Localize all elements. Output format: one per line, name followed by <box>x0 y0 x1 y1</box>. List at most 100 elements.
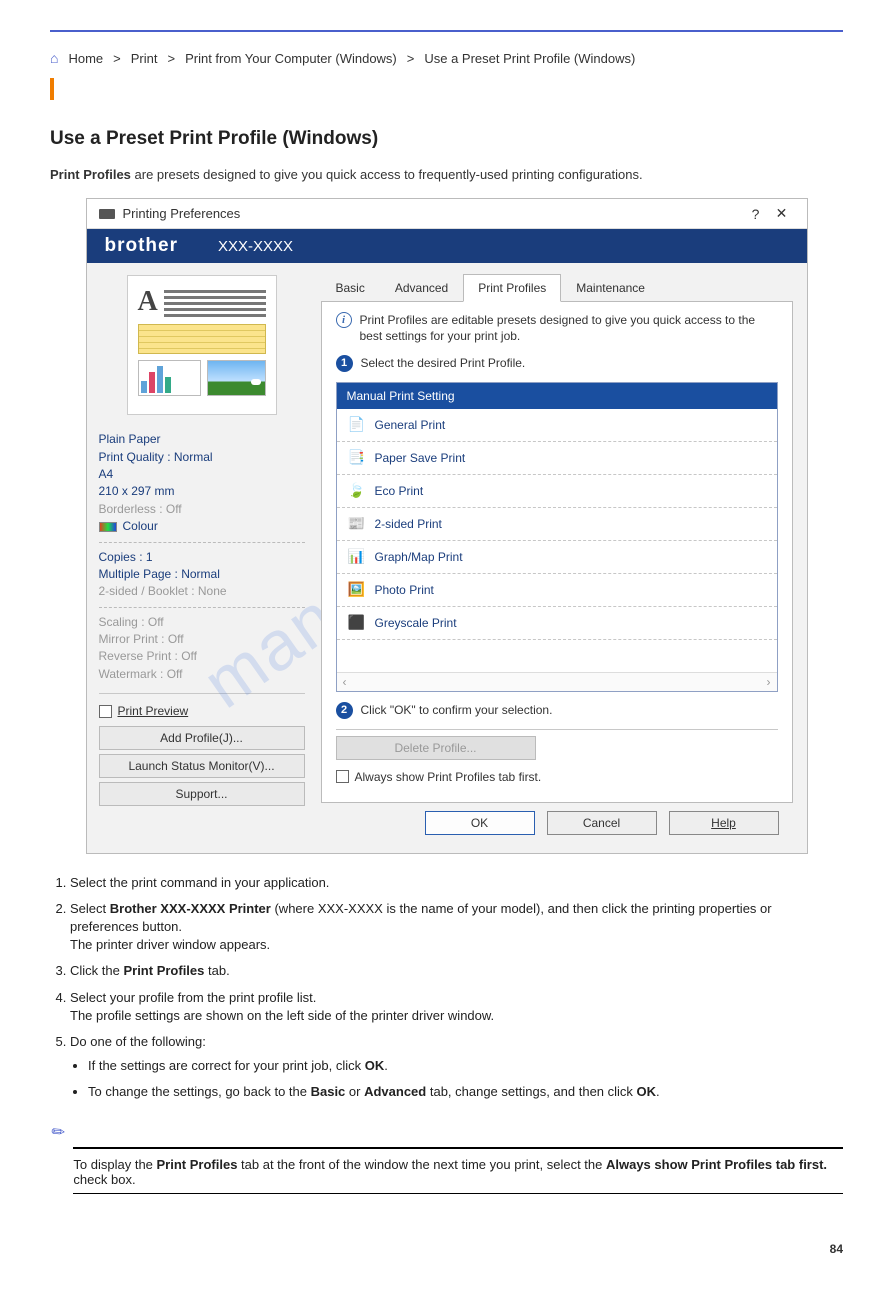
home-icon: ⌂ <box>50 50 58 66</box>
step-4: Select your profile from the print profi… <box>70 989 843 1025</box>
pencil-icon: ✎ <box>43 1116 70 1145</box>
brand-logo: brother <box>105 235 179 257</box>
add-profile-button[interactable]: Add Profile(J)... <box>99 726 305 750</box>
right-panel: Basic Advanced Print Profiles Maintenanc… <box>317 263 807 852</box>
note-rule-top <box>73 1147 843 1149</box>
tab-bar: Basic Advanced Print Profiles Maintenanc… <box>321 273 793 302</box>
help-button[interactable]: Help <box>669 811 779 835</box>
summary-copies: Copies : 1 <box>99 549 305 566</box>
model-name: XXX-XXXX <box>218 238 293 255</box>
home-label: Home <box>68 51 103 66</box>
profile-general[interactable]: 📄General Print <box>337 409 777 442</box>
chart-icon <box>138 360 201 396</box>
step-3: Click the Print Profiles tab. <box>70 962 843 980</box>
summary-paper: Plain Paper <box>99 431 305 448</box>
profiles-panel: i Print Profiles are editable presets de… <box>321 302 793 802</box>
tab-basic[interactable]: Basic <box>321 274 380 302</box>
top-rule <box>50 30 843 32</box>
summary-watermark: Watermark : Off <box>99 666 305 683</box>
ok-button[interactable]: OK <box>425 811 535 835</box>
summary-booklet: 2-sided / Booklet : None <box>99 583 305 600</box>
cancel-button[interactable]: Cancel <box>547 811 657 835</box>
profile-eco[interactable]: 🍃Eco Print <box>337 475 777 508</box>
page-title: Use a Preset Print Profile (Windows) <box>50 128 843 150</box>
checkbox-icon <box>336 770 349 783</box>
step-one-icon: 1 <box>336 355 353 372</box>
note-text: To display the Print Profiles tab at the… <box>73 1157 843 1187</box>
print-preview-checkbox[interactable]: Print Preview <box>99 700 305 722</box>
settings-summary: Plain Paper Print Quality : Normal A4 21… <box>99 431 305 683</box>
page-number: 84 <box>50 1242 843 1256</box>
summary-dims: 210 x 297 mm <box>99 483 305 500</box>
profile-manual[interactable]: Manual Print Setting <box>337 383 777 409</box>
section-marker <box>50 74 843 106</box>
summary-multi: Multiple Page : Normal <box>99 566 305 583</box>
colour-swatch-icon <box>99 522 117 532</box>
summary-borderless: Borderless : Off <box>99 501 305 518</box>
brand-bar: brother XXX-XXXX <box>87 229 807 263</box>
note-block: ✎ To display the Print Profiles tab at t… <box>50 1117 843 1212</box>
crumb-cat: Print <box>131 51 158 66</box>
page-icon: 📄 <box>347 415 367 435</box>
summary-size: A4 <box>99 466 305 483</box>
dialog-titlebar: Printing Preferences ? ✕ <box>87 199 807 229</box>
crumb-sep: > <box>113 51 121 66</box>
close-icon[interactable]: ✕ <box>769 205 795 222</box>
printer-icon <box>99 209 115 219</box>
divider <box>336 729 778 730</box>
summary-reverse: Reverse Print : Off <box>99 648 305 665</box>
intro-text: Print Profiles are presets designed to g… <box>50 166 843 184</box>
checkbox-icon <box>99 705 112 718</box>
always-show-label: Always show Print Profiles tab first. <box>355 770 542 784</box>
paper-save-icon: 📑 <box>347 448 367 468</box>
profile-2sided[interactable]: 📰2-sided Print <box>337 508 777 541</box>
scroll-hint: ‹› <box>337 672 777 691</box>
step-2: Select Brother XXX-XXXX Printer (where X… <box>70 900 843 955</box>
eco-icon: 🍃 <box>347 481 367 501</box>
twosided-icon: 📰 <box>347 514 367 534</box>
step-1: Select the print command in your applica… <box>70 874 843 892</box>
always-show-checkbox[interactable]: Always show Print Profiles tab first. <box>336 766 778 788</box>
home-link[interactable]: ⌂ Home > Print > Print from Your Compute… <box>50 50 843 66</box>
crumb-sub: Print from Your Computer (Windows) <box>185 51 397 66</box>
preferences-dialog: manualshive.com Printing Preferences ? ✕… <box>86 198 808 853</box>
profile-paper-save[interactable]: 📑Paper Save Print <box>337 442 777 475</box>
dialog-buttons: OK Cancel Help <box>321 803 793 843</box>
profile-photo[interactable]: 🖼️Photo Print <box>337 574 777 607</box>
profile-graph-map[interactable]: 📊Graph/Map Print <box>337 541 777 574</box>
summary-mirror: Mirror Print : Off <box>99 631 305 648</box>
graph-icon: 📊 <box>347 547 367 567</box>
photo-icon <box>207 360 266 396</box>
orange-bar-icon <box>50 78 54 100</box>
profile-greyscale[interactable]: ⬛Greyscale Print <box>337 607 777 640</box>
dialog-title: Printing Preferences <box>123 206 743 221</box>
divider <box>99 693 305 694</box>
photo-icon: 🖼️ <box>347 580 367 600</box>
help-icon[interactable]: ? <box>743 206 769 222</box>
crumb-sep: > <box>167 51 175 66</box>
profiles-listbox[interactable]: Manual Print Setting 📄General Print 📑Pap… <box>336 382 778 692</box>
table-icon <box>138 324 266 354</box>
crumb-sep: > <box>407 51 415 66</box>
tab-maintenance[interactable]: Maintenance <box>561 274 660 302</box>
tab-advanced[interactable]: Advanced <box>380 274 463 302</box>
note-rule-bottom <box>73 1193 843 1194</box>
step-5: Do one of the following: If the settings… <box>70 1033 843 1102</box>
launch-monitor-button[interactable]: Launch Status Monitor(V)... <box>99 754 305 778</box>
step-two-text: Click "OK" to confirm your selection. <box>361 702 553 719</box>
letter-a-icon: A <box>138 286 158 318</box>
step-one-text: Select the desired Print Profile. <box>361 355 526 372</box>
summary-quality: Print Quality : Normal <box>99 449 305 466</box>
delete-profile-button[interactable]: Delete Profile... <box>336 736 536 760</box>
instruction-list: Select the print command in your applica… <box>70 874 843 1102</box>
summary-colour: Colour <box>123 518 158 535</box>
info-icon: i <box>336 312 352 328</box>
greyscale-icon: ⬛ <box>347 613 367 633</box>
support-button[interactable]: Support... <box>99 782 305 806</box>
tab-print-profiles[interactable]: Print Profiles <box>463 274 561 302</box>
crumb-leaf: Use a Preset Print Profile (Windows) <box>424 51 635 66</box>
text-lines-icon <box>164 286 266 318</box>
page-preview: A <box>127 275 277 415</box>
step-5a: If the settings are correct for your pri… <box>88 1057 843 1075</box>
print-preview-label: Print Preview <box>118 704 189 718</box>
